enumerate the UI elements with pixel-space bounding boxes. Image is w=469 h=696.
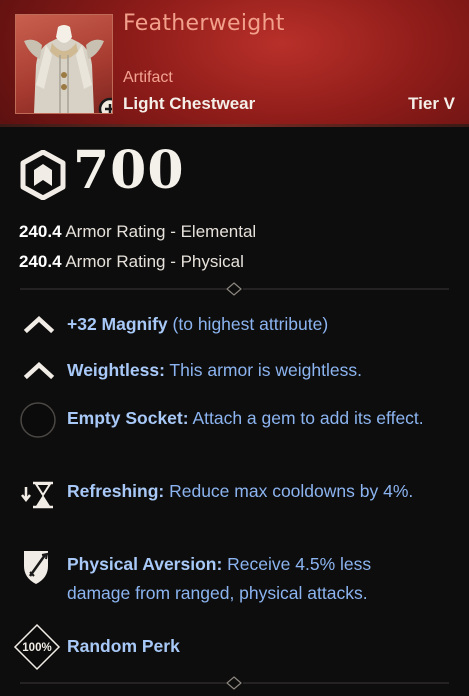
perk-text: Weightless: This armor is weightless. (67, 356, 427, 385)
perk-name: Empty Socket: (67, 408, 189, 428)
perk-name: Random Perk (67, 636, 180, 656)
armor-elemental-value: 240.4 (19, 222, 62, 241)
perk-text: Empty Socket: Attach a gem to add its ef… (67, 404, 427, 433)
perk-name: Physical Aversion: (67, 554, 223, 574)
zoom-icon[interactable] (98, 97, 112, 113)
item-name: Featherweight (123, 11, 285, 36)
shield-sword-icon (18, 546, 58, 586)
perk-name: Refreshing: (67, 481, 165, 501)
perk-desc: This armor is weightless. (164, 360, 362, 380)
perk-text: Physical Aversion: Receive 4.5% less dam… (67, 550, 427, 608)
gear-score-value: 700 (73, 140, 185, 201)
armor-physical-value: 240.4 (19, 252, 62, 271)
armor-physical-label: Armor Rating - Physical (65, 252, 244, 271)
perk-text: +32 Magnify (to highest attribute) (67, 310, 427, 339)
random-perk-icon: 100% (13, 623, 61, 671)
armor-elemental: 240.4 Armor Rating - Elemental (19, 222, 256, 242)
item-header: Featherweight Artifact Light Chestwear T… (0, 0, 469, 125)
item-type: Light Chestwear (123, 94, 256, 113)
divider (0, 676, 469, 690)
gear-score-icon (20, 149, 66, 201)
perk-desc: (to highest attribute) (167, 314, 329, 334)
random-perk-badge: 100% (22, 642, 51, 654)
header-border (0, 124, 469, 127)
hourglass-icon (18, 475, 58, 515)
perk-desc: Reduce max cooldowns by 4%. (164, 481, 414, 501)
perk-text: Random Perk (67, 632, 427, 661)
item-portrait (15, 14, 113, 114)
divider (0, 282, 469, 296)
armor-elemental-label: Armor Rating - Elemental (65, 222, 257, 241)
armor-physical: 240.4 Armor Rating - Physical (19, 252, 244, 272)
perk-name: +32 Magnify (67, 314, 168, 334)
perk-name: Weightless: (67, 360, 165, 380)
empty-socket-icon[interactable] (18, 400, 58, 440)
chevron-up-icon (18, 350, 58, 390)
perk-desc: Attach a gem to add its effect. (188, 408, 424, 428)
perk-text: Refreshing: Reduce max cooldowns by 4%. (67, 477, 427, 506)
item-rarity: Artifact (123, 69, 173, 86)
chevron-up-icon (18, 304, 58, 344)
item-tier: Tier V (408, 94, 455, 113)
